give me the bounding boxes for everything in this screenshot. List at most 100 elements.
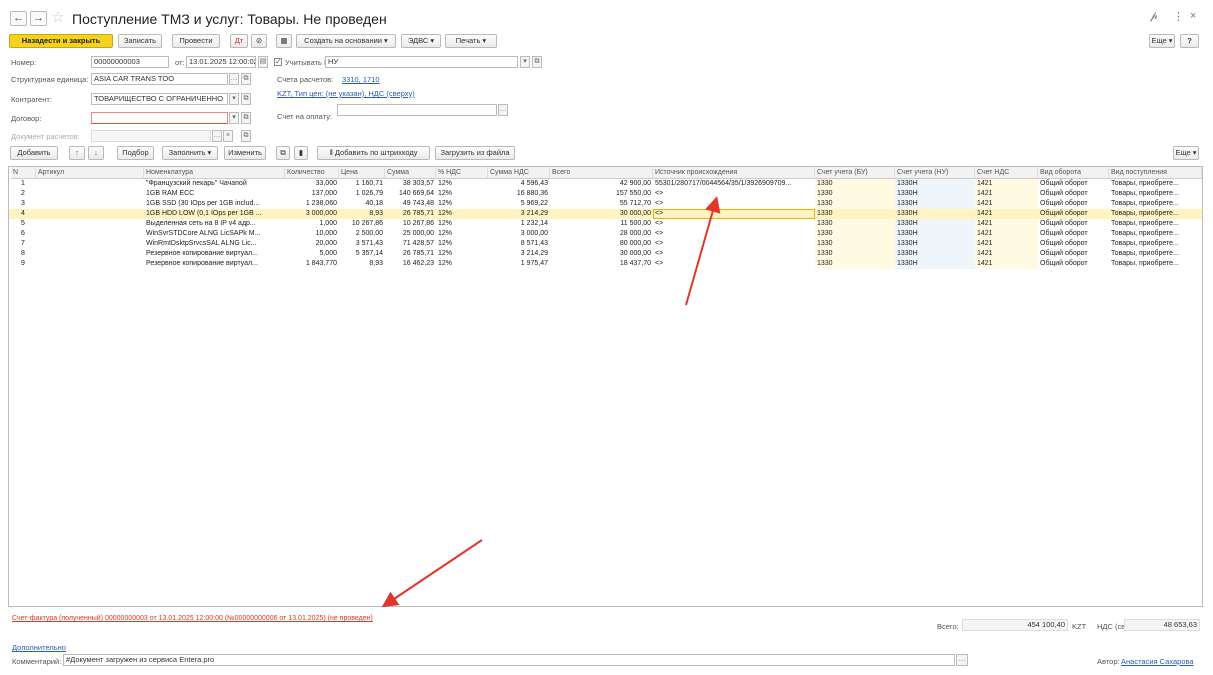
link-icon[interactable]: 𝓅 bbox=[1150, 10, 1158, 23]
table-cell-col-turnover[interactable]: Общий оборот bbox=[1038, 259, 1109, 269]
table-cell-col-total[interactable]: 18 437,70 bbox=[550, 259, 653, 269]
more-vert-icon[interactable]: ⋮ bbox=[1173, 10, 1184, 23]
table-cell-col-price[interactable]: 3 571,43 bbox=[339, 239, 385, 249]
add-by-barcode-button[interactable]: ⦀ Добавить по штрихкоду bbox=[317, 146, 430, 160]
table-cell-col-turnover[interactable]: Общий оборот bbox=[1038, 189, 1109, 199]
table-cell-col-quantity[interactable]: 5,000 bbox=[285, 249, 339, 259]
table-cell-col-vat-account[interactable]: 1421 bbox=[975, 219, 1038, 229]
table-cell-col-sum[interactable]: 16 462,23 bbox=[385, 259, 436, 269]
header-col-vat-account[interactable]: Счет НДС bbox=[975, 167, 1038, 179]
table-cell-col-article[interactable] bbox=[36, 239, 144, 249]
table-cell-col-receipt-type[interactable]: Товары, приобрете... bbox=[1109, 189, 1202, 199]
table-cell-col-vat-account[interactable]: 1421 bbox=[975, 209, 1038, 219]
table-cell-col-sum[interactable]: 10 267,86 bbox=[385, 219, 436, 229]
table-cell-col-vat-rate[interactable]: 12% bbox=[436, 209, 488, 219]
add-row-button[interactable]: Добавить bbox=[10, 146, 58, 160]
table-cell-col-total[interactable]: 157 550,00 bbox=[550, 189, 653, 199]
table-cell-col-account-bu[interactable]: 1330 bbox=[815, 249, 895, 259]
table-cell-col-nomenclature[interactable]: 1GB RAM ECC bbox=[144, 189, 285, 199]
dropdown-icon[interactable]: ▾ bbox=[520, 56, 530, 68]
table-cell-col-sum[interactable]: 25 000,00 bbox=[385, 229, 436, 239]
table-cell-col-receipt-type[interactable]: Товары, приобрете... bbox=[1109, 219, 1202, 229]
open-icon[interactable]: ⧉ bbox=[532, 56, 542, 68]
table-cell-col-article[interactable] bbox=[36, 249, 144, 259]
table-cell-col-vat-sum[interactable]: 4 596,43 bbox=[488, 179, 550, 189]
fill-button[interactable]: Заполнить ▾ bbox=[162, 146, 218, 160]
table-cell-col-total[interactable]: 55 712,70 bbox=[550, 199, 653, 209]
table-cell-col-origin[interactable]: <> bbox=[653, 249, 815, 259]
table-cell-col-turnover[interactable]: Общий оборот bbox=[1038, 199, 1109, 209]
kpn-field[interactable]: НУ bbox=[325, 56, 518, 68]
table-cell-col-turnover[interactable]: Общий оборот bbox=[1038, 209, 1109, 219]
header-col-quantity[interactable]: Количество bbox=[285, 167, 339, 179]
table-cell-col-sum[interactable]: 140 669,64 bbox=[385, 189, 436, 199]
table-cell-col-n[interactable]: 3 bbox=[11, 199, 36, 209]
table-cell-col-n[interactable]: 8 bbox=[11, 249, 36, 259]
table-cell-col-account-nu[interactable]: 1330Н bbox=[895, 199, 975, 209]
table-cell-col-n[interactable]: 9 bbox=[11, 259, 36, 269]
table-cell-col-nomenclature[interactable]: 1GB SSD (30 IOps per 1GB includ... bbox=[144, 199, 285, 209]
print-button[interactable]: Печать ▾ bbox=[445, 34, 497, 48]
table-cell-col-nomenclature[interactable]: "Французский пекарь" Чачапой bbox=[144, 179, 285, 189]
save-button[interactable]: Записать bbox=[118, 34, 162, 48]
table-cell-col-vat-sum[interactable]: 1 232,14 bbox=[488, 219, 550, 229]
table-cell-col-receipt-type[interactable]: Товары, приобрете... bbox=[1109, 179, 1202, 189]
header-col-price[interactable]: Цена bbox=[339, 167, 385, 179]
contract-field[interactable] bbox=[91, 112, 228, 124]
table-cell-col-total[interactable]: 80 000,00 bbox=[550, 239, 653, 249]
table-cell-col-vat-rate[interactable]: 12% bbox=[436, 189, 488, 199]
header-col-receipt-type[interactable]: Вид поступления bbox=[1109, 167, 1202, 179]
header-col-total[interactable]: Всего bbox=[550, 167, 653, 179]
calendar-icon[interactable]: ▤ bbox=[258, 56, 268, 68]
dropdown-icon[interactable]: ▾ bbox=[229, 93, 239, 105]
post-button[interactable]: Провести bbox=[172, 34, 220, 48]
table-cell-col-account-nu[interactable]: 1330Н bbox=[895, 259, 975, 269]
table-cell-col-account-nu[interactable]: 1330Н bbox=[895, 249, 975, 259]
table-cell-col-n[interactable]: 5 bbox=[11, 219, 36, 229]
table-cell-col-account-bu[interactable]: 1330 bbox=[815, 209, 895, 219]
edvs-button[interactable]: ЭДВС ▾ bbox=[401, 34, 441, 48]
table-cell-col-sum[interactable]: 26 785,71 bbox=[385, 209, 436, 219]
table-cell-col-origin[interactable]: <> bbox=[653, 239, 815, 249]
table-cell-col-total[interactable]: 42 900,00 bbox=[550, 179, 653, 189]
table-cell-col-vat-sum[interactable]: 8 571,43 bbox=[488, 239, 550, 249]
invoice-received-link[interactable]: Счет-фактура (полученный) 00000000003 от… bbox=[12, 615, 373, 622]
pick-button[interactable]: Подбор bbox=[117, 146, 154, 160]
table-cell-col-vat-sum[interactable]: 3 214,29 bbox=[488, 249, 550, 259]
table-cell-col-price[interactable]: 8,93 bbox=[339, 259, 385, 269]
table-cell-col-vat-sum[interactable]: 1 975,47 bbox=[488, 259, 550, 269]
table-cell-col-origin[interactable]: <> bbox=[653, 259, 815, 269]
dropdown-icon[interactable]: ▾ bbox=[229, 112, 239, 124]
header-col-origin[interactable]: Источник происхождения bbox=[653, 167, 815, 179]
copy-icon[interactable]: ⧉ bbox=[276, 146, 290, 160]
table-cell-col-vat-account[interactable]: 1421 bbox=[975, 179, 1038, 189]
table-cell-col-nomenclature[interactable]: Резервное копирование виртуал... bbox=[144, 249, 285, 259]
table-cell-col-total[interactable]: 11 500,00 bbox=[550, 219, 653, 229]
move-up-icon[interactable]: ↑ bbox=[69, 146, 85, 160]
delete-icon[interactable]: ▮ bbox=[294, 146, 308, 160]
table-cell-col-article[interactable] bbox=[36, 259, 144, 269]
table-cell-col-nomenclature[interactable]: 1GB HDD LOW (0,1 IOps per 1GB ... bbox=[144, 209, 285, 219]
table-cell-col-price[interactable]: 5 357,14 bbox=[339, 249, 385, 259]
table-cell-col-price[interactable]: 1 160,71 bbox=[339, 179, 385, 189]
table-cell-col-turnover[interactable]: Общий оборот bbox=[1038, 239, 1109, 249]
table-cell-col-price[interactable]: 8,93 bbox=[339, 209, 385, 219]
table-cell-col-account-nu[interactable]: 1330Н bbox=[895, 189, 975, 199]
table-cell-col-vat-rate[interactable]: 12% bbox=[436, 259, 488, 269]
favorite-star-icon[interactable]: ☆ bbox=[51, 8, 64, 26]
table-cell-col-vat-rate[interactable]: 12% bbox=[436, 249, 488, 259]
table-cell-col-quantity[interactable]: 137,000 bbox=[285, 189, 339, 199]
attach-icon[interactable]: ⊘ bbox=[251, 34, 267, 48]
table-cell-col-n[interactable]: 2 bbox=[11, 189, 36, 199]
table-cell-col-account-bu[interactable]: 1330 bbox=[815, 179, 895, 189]
header-col-account-bu[interactable]: Счет учета (БУ) bbox=[815, 167, 895, 179]
table-more-button[interactable]: Еще ▾ bbox=[1173, 146, 1199, 160]
table-cell-col-receipt-type[interactable]: Товары, приобрете... bbox=[1109, 199, 1202, 209]
comment-field[interactable]: #Документ загружен из сервиса Entera.pro bbox=[63, 654, 955, 666]
additional-link[interactable]: Дополнительно bbox=[12, 643, 66, 652]
table-cell-col-total[interactable]: 30 000,00 bbox=[550, 209, 653, 219]
table-cell-col-quantity[interactable]: 1,000 bbox=[285, 219, 339, 229]
table-cell-col-vat-rate[interactable]: 12% bbox=[436, 239, 488, 249]
close-icon[interactable]: × bbox=[1190, 10, 1196, 22]
help-button[interactable]: ? bbox=[1180, 34, 1199, 48]
